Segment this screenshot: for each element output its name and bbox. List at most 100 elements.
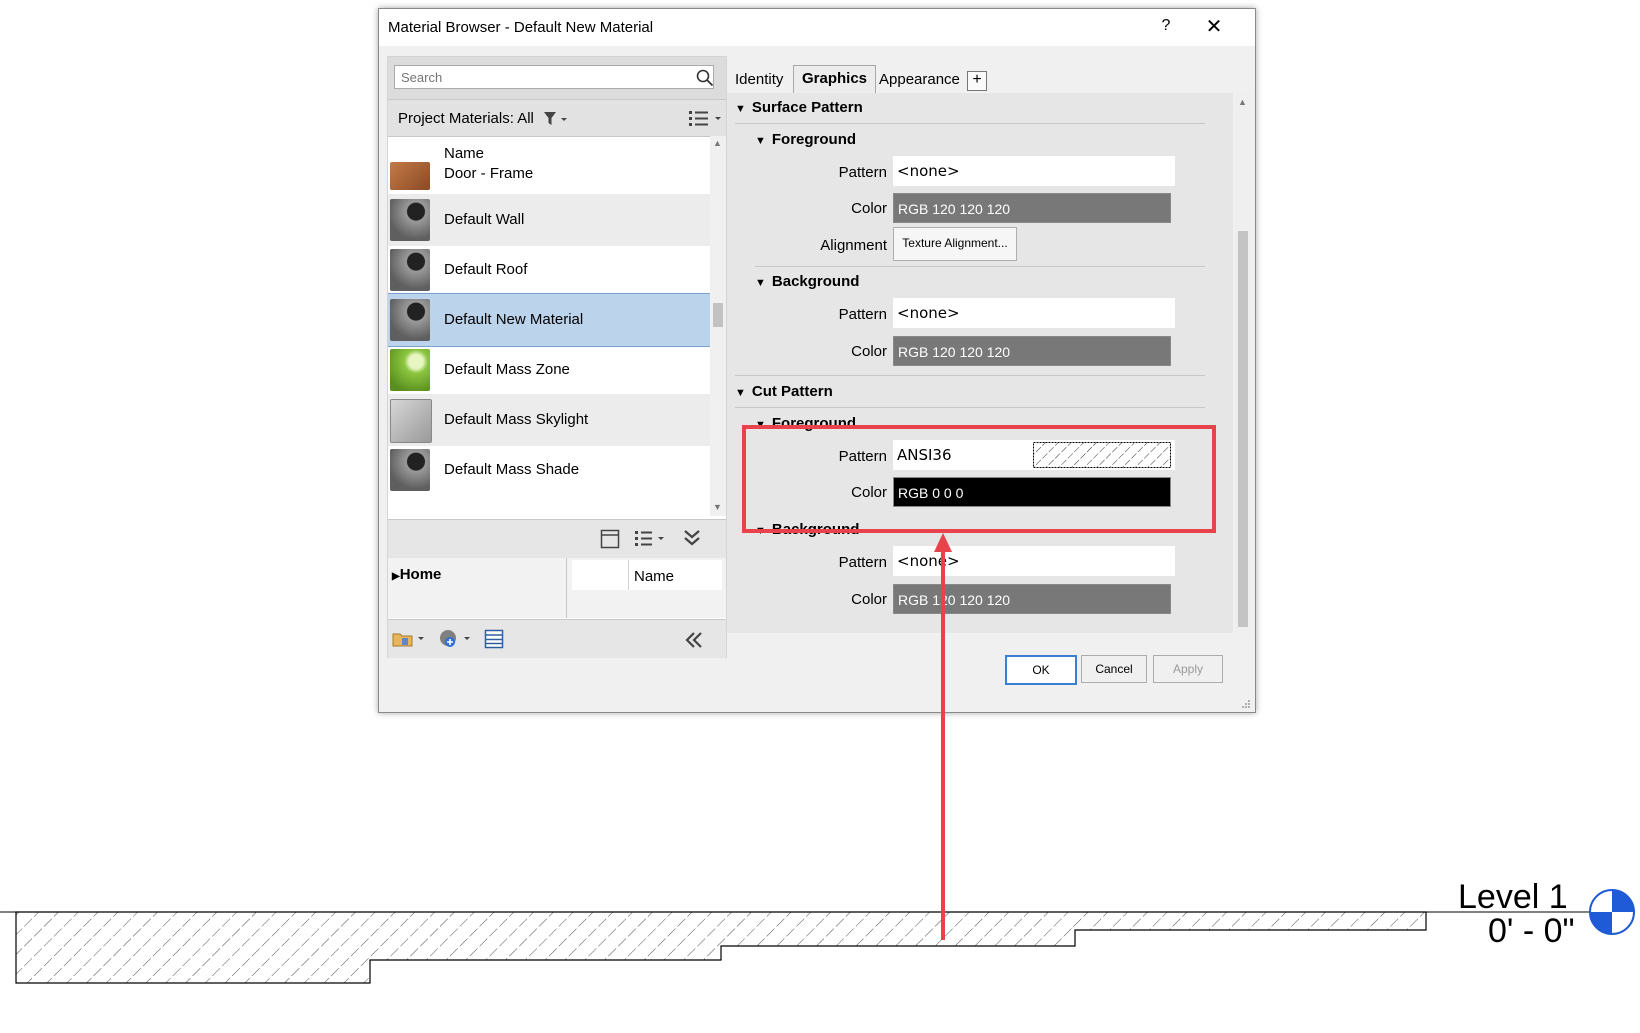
material-name: Door - Frame (444, 165, 534, 182)
cancel-button[interactable]: Cancel (1081, 655, 1147, 683)
asset-browser-icon[interactable] (484, 629, 504, 649)
color-label: Color (851, 343, 887, 360)
material-name: Default New Material (444, 311, 584, 328)
list-item[interactable]: Default Roof (388, 244, 710, 296)
search-bar (388, 57, 726, 99)
ok-button[interactable]: OK (1005, 655, 1077, 685)
title-bar: Material Browser - Default New Material … (379, 9, 1255, 46)
surface-background-pattern-field[interactable]: <none> (893, 298, 1175, 328)
cut-background-color-swatch[interactable]: RGB 120 120 120 (893, 584, 1171, 614)
material-browser-dialog: Material Browser - Default New Material … (378, 8, 1256, 713)
list-item-selected[interactable]: Default New Material (388, 293, 710, 347)
collapse-panel-icon[interactable] (684, 630, 704, 650)
surface-foreground-header[interactable]: ▼ Foreground (755, 131, 856, 148)
material-name: Default Mass Shade (444, 461, 580, 478)
column-divider (628, 560, 629, 590)
cut-background-pattern-field[interactable]: <none> (893, 546, 1175, 576)
section-cut-pattern[interactable]: ▼ Cut Pattern (735, 383, 833, 400)
close-button[interactable]: ✕ (1202, 15, 1226, 39)
section-title: Surface Pattern (751, 99, 863, 116)
filter-icon[interactable] (543, 110, 573, 128)
list-item[interactable]: Default Mass Shade (388, 444, 710, 496)
library-view-icon[interactable] (634, 529, 668, 549)
search-input[interactable] (394, 65, 714, 89)
tab-identity[interactable]: Identity (727, 67, 791, 93)
pattern-label: Pattern (838, 164, 887, 181)
divider (735, 407, 1205, 408)
surface-background-header[interactable]: ▼ Background (755, 273, 859, 290)
material-list-scroll-thumb[interactable] (713, 303, 723, 327)
texture-alignment-button[interactable]: Texture Alignment... (893, 227, 1017, 261)
project-materials-label: Project Materials: All (398, 110, 534, 127)
subsection-title: Background (771, 273, 860, 290)
help-button[interactable]: ? (1156, 17, 1176, 37)
collapse-triangle-icon: ▼ (755, 135, 766, 147)
surface-foreground-color-swatch[interactable]: RGB 120 120 120 (893, 193, 1171, 223)
material-name: Default Mass Zone (444, 361, 570, 378)
apply-button[interactable]: Apply (1153, 655, 1223, 683)
chevron-down-double-icon[interactable] (682, 528, 702, 548)
properties-scroll-thumb[interactable] (1238, 231, 1248, 627)
collapse-triangle-icon: ▼ (735, 387, 746, 399)
scroll-up-icon[interactable]: ▲ (713, 138, 722, 148)
search-icon[interactable] (696, 69, 714, 87)
create-material-icon[interactable] (438, 629, 474, 649)
highlight-box (742, 425, 1216, 533)
color-label: Color (851, 591, 887, 608)
level-elevation: 0' - 0" (1488, 912, 1575, 950)
material-list-panel: Project Materials: All Name Door - Frame… (387, 56, 727, 658)
divider (755, 266, 1205, 267)
list-item[interactable]: Name Door - Frame (388, 136, 710, 190)
tab-graphics[interactable]: Graphics (793, 65, 877, 94)
panel-toggle-icon[interactable] (600, 529, 620, 549)
expand-icon: ▶ (392, 571, 400, 582)
surface-background-color-swatch[interactable]: RGB 120 120 120 (893, 336, 1171, 366)
material-thumbnail (390, 299, 430, 341)
pattern-label: Pattern (838, 554, 887, 571)
resize-grip-icon[interactable] (1241, 699, 1251, 709)
section-title: Cut Pattern (751, 383, 833, 400)
color-label: Color (851, 200, 887, 217)
library-bottom-toolbar (388, 619, 726, 658)
floor-slab (15, 911, 1427, 984)
material-thumbnail (390, 349, 430, 391)
divider (735, 375, 1205, 376)
name-column-header: Name (444, 145, 485, 162)
scroll-up-icon[interactable]: ▲ (1238, 97, 1247, 107)
level-head-icon (1589, 889, 1635, 935)
collapse-triangle-icon: ▼ (755, 277, 766, 289)
library-home-label: Home (399, 566, 442, 583)
material-name: Default Mass Skylight (444, 411, 589, 428)
list-item[interactable]: Default Wall (388, 194, 710, 246)
surface-foreground-pattern-field[interactable]: <none> (893, 156, 1175, 186)
material-thumbnail (390, 449, 430, 491)
library-toolbar (388, 519, 726, 559)
dialog-title: Material Browser - Default New Material (388, 19, 654, 36)
library-name-header: Name (634, 568, 675, 585)
tab-bar: Identity Graphics Appearance + (727, 57, 1243, 94)
library-name-column: Name (572, 560, 722, 590)
library-home[interactable]: ▶Home (392, 566, 441, 583)
add-tab-button[interactable]: + (967, 71, 987, 91)
list-item[interactable]: Default Mass Zone (388, 344, 710, 396)
list-view-icon[interactable] (688, 110, 724, 128)
material-thumbnail (390, 162, 430, 190)
divider (735, 123, 1205, 124)
graphics-properties: ▼ Surface Pattern ▼ Foreground Pattern <no… (727, 93, 1233, 633)
scroll-down-icon[interactable]: ▼ (713, 502, 722, 512)
subsection-title: Foreground (771, 131, 857, 148)
section-surface-pattern[interactable]: ▼ Surface Pattern (735, 99, 863, 116)
list-item[interactable]: Default Mass Skylight (388, 394, 710, 446)
collapse-triangle-icon: ▼ (735, 103, 746, 115)
material-name: Default Wall (444, 211, 525, 228)
open-library-icon[interactable] (392, 629, 428, 649)
tab-appearance[interactable]: Appearance (871, 67, 968, 93)
material-name: Default Roof (444, 261, 528, 278)
material-thumbnail (390, 399, 432, 443)
project-materials-header: Project Materials: All (388, 99, 726, 137)
material-thumbnail (390, 199, 430, 241)
library-divider[interactable] (566, 558, 567, 618)
alignment-label: Alignment (820, 237, 887, 254)
library-area: ▶Home Name (388, 558, 726, 618)
material-thumbnail (390, 249, 430, 291)
